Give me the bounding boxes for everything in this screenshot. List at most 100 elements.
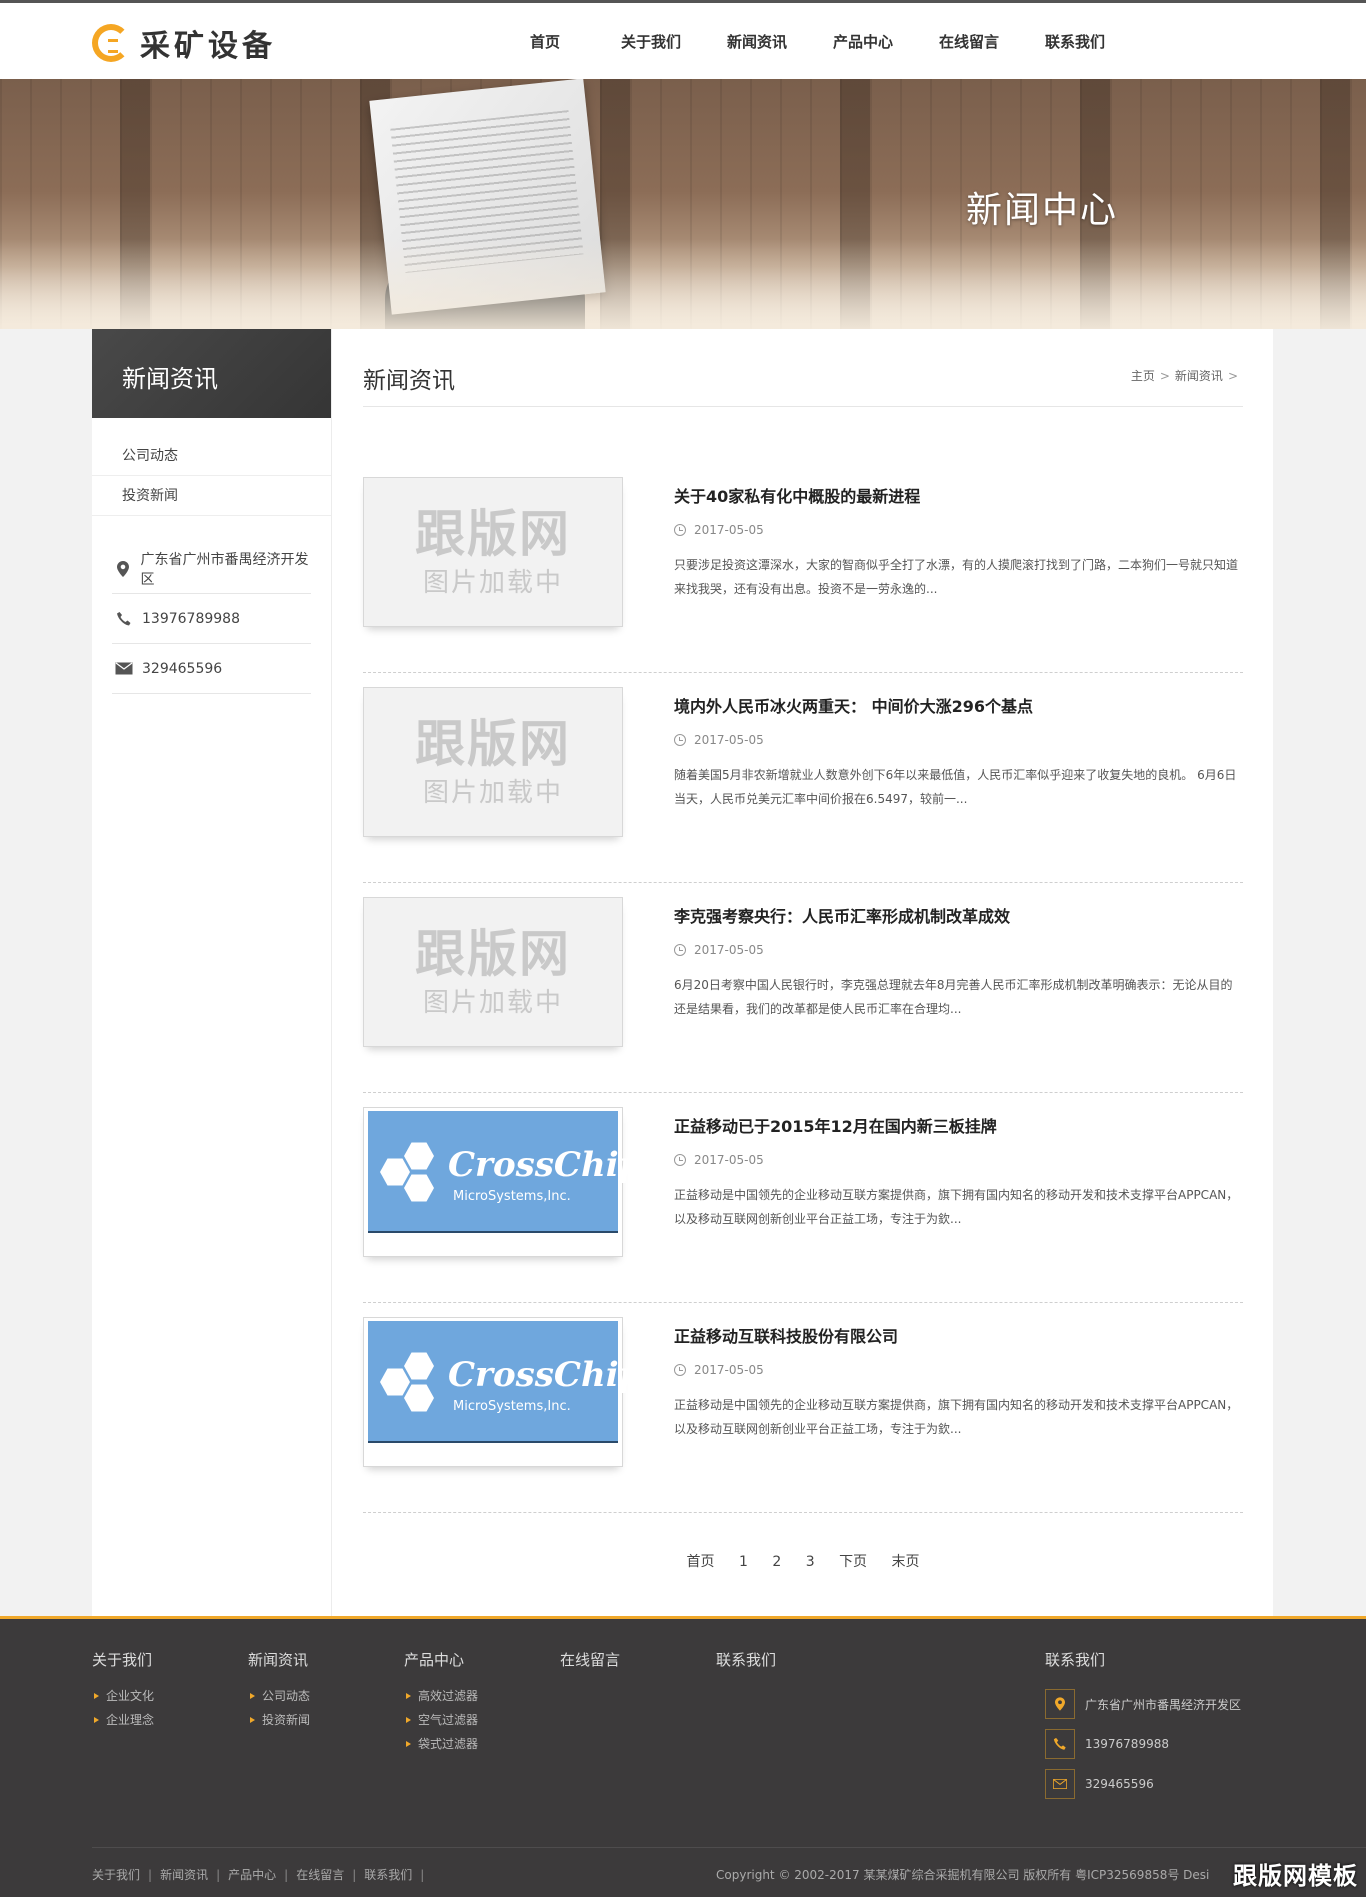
nav-home[interactable]: 首页 (492, 31, 598, 52)
footer-contact-title: 联系我们 (1045, 1651, 1106, 1669)
news-summary: 6月20日考察中国人民银行时，李克强总理就去年8月完善人民币汇率形成机制改革明确… (674, 978, 1233, 1016)
sidebar-phone-text: 13976789988 (142, 610, 240, 627)
footer-link[interactable]: 高效过滤器 (404, 1684, 478, 1708)
nav-message[interactable]: 在线留言 (916, 31, 1022, 52)
news-title-link[interactable]: 李克强考察央行：人民币汇率形成机制改革成效 (674, 907, 1010, 926)
envelope-icon (1045, 1769, 1075, 1799)
footer-bottom-link[interactable]: 产品中心 (228, 1868, 276, 1882)
sidebar-title: 新闻资讯 (92, 329, 331, 418)
footer-link[interactable]: 公司动态 (248, 1684, 310, 1708)
logo-brand-subtext: MicroSystems,Inc. (453, 1399, 571, 1414)
sidebar-address-text: 广东省广州市番禺经济开发区 (140, 551, 309, 588)
news-date: 2017-05-05 (674, 1363, 1244, 1377)
hexagon-icon (404, 1142, 434, 1170)
thumbnail-placeholder-title: 跟版网 (415, 924, 571, 983)
footer-phone: 13976789988 (1045, 1724, 1241, 1764)
footer-bottom: 关于我们 | 新闻资讯 | 产品中心 | 在线留言 | 联系我们 | Copyright © 20… (92, 1847, 1366, 1890)
news-info: 关于40家私有化中概股的最新进程 2017-05-05 只要涉足投资这潭深水，大… (674, 483, 1244, 601)
breadcrumb-separator: > (1159, 369, 1170, 383)
footer-bottom-link[interactable]: 联系我们 (364, 1868, 412, 1882)
footer-link[interactable]: 企业文化 (92, 1684, 154, 1708)
news-thumbnail[interactable]: 跟版网 图片加载中 (363, 477, 623, 627)
clock-icon (674, 944, 686, 956)
footer-link[interactable]: 袋式过滤器 (404, 1732, 478, 1756)
site-footer: 关于我们 企业文化 企业理念 新闻资讯 公司动态 投资新闻 产品中心 高效过滤器… (0, 1616, 1366, 1897)
footer-heading-contact[interactable]: 联系我们 (716, 1649, 776, 1670)
footer-separator: | (352, 1868, 357, 1882)
hexagon-icon (380, 1158, 410, 1186)
nav-contact[interactable]: 联系我们 (1022, 31, 1128, 52)
site-logo[interactable]: 采矿设备 (92, 21, 276, 65)
clock-icon (674, 734, 686, 746)
pager-next[interactable]: 下页 (839, 1551, 867, 1571)
breadcrumb-news[interactable]: 新闻资讯 (1175, 369, 1223, 383)
footer-address-text: 广东省广州市番禺经济开发区 (1085, 1697, 1242, 1712)
news-summary: 只要涉足投资这潭深水，大家的智商似乎全打了水漂，有的人摸爬滚打找到了门路，二本狗… (674, 558, 1239, 596)
pager-page-3[interactable]: 3 (806, 1554, 815, 1570)
footer-heading-news[interactable]: 新闻资讯 (248, 1649, 310, 1670)
news-title-link[interactable]: 正益移动互联科技股份有限公司 (674, 1327, 898, 1346)
news-title-link[interactable]: 关于40家私有化中概股的最新进程 (674, 487, 920, 506)
nav-about[interactable]: 关于我们 (598, 31, 704, 52)
news-date-text: 2017-05-05 (694, 1153, 764, 1167)
clock-icon (674, 1154, 686, 1166)
nav-news[interactable]: 新闻资讯 (704, 31, 810, 52)
news-thumbnail[interactable]: CrossChip MicroSystems,Inc. (363, 1317, 642, 1467)
footer-heading-products[interactable]: 产品中心 (404, 1649, 478, 1670)
hexagon-icon (380, 1368, 410, 1396)
news-thumbnail[interactable]: 跟版网 图片加载中 (363, 897, 623, 1047)
sidebar: 新闻资讯 公司动态 投资新闻 广东省广州市番禺经济开发区 13976789988 (92, 329, 332, 1616)
breadcrumb-home[interactable]: 主页 (1131, 369, 1155, 383)
logo-brand-text: CrossChip (448, 1145, 643, 1185)
pager-last[interactable]: 末页 (892, 1551, 920, 1571)
logo-text: 采矿设备 (140, 29, 276, 64)
footer-heading-about[interactable]: 关于我们 (92, 1649, 154, 1670)
clock-icon (674, 1364, 686, 1376)
banner-floor (0, 239, 1366, 329)
main-content: 新闻资讯 主页 > 新闻资讯 > 跟版网 图片加载中 关于40家私有化中概股的最新进程… (363, 329, 1243, 1571)
pager-page-1[interactable]: 1 (739, 1554, 748, 1570)
pagination: 首页 1 2 3 下页 末页 (363, 1551, 1243, 1571)
site-header: 采矿设备 首页 关于我们 新闻资讯 产品中心 在线留言 联系我们 (0, 3, 1366, 79)
sidebar-email-text: 329465596 (142, 660, 223, 677)
sidebar-phone: 13976789988 (112, 594, 311, 644)
footer-link[interactable]: 空气过滤器 (404, 1708, 478, 1732)
pager-page-2[interactable]: 2 (772, 1554, 781, 1570)
news-title-link[interactable]: 境内外人民币冰火两重天： 中间价大涨296个基点 (674, 697, 1033, 716)
footer-link[interactable]: 企业理念 (92, 1708, 154, 1732)
phone-icon (112, 610, 136, 628)
sidebar-item-company-news[interactable]: 公司动态 (92, 436, 331, 476)
sidebar-address: 广东省广州市番禺经济开发区 (112, 544, 311, 594)
envelope-icon (112, 660, 136, 678)
news-thumbnail[interactable]: CrossChip MicroSystems,Inc. (363, 1107, 642, 1257)
footer-heading-message[interactable]: 在线留言 (560, 1649, 620, 1670)
news-date-text: 2017-05-05 (694, 733, 764, 747)
banner: 新闻中心 (0, 79, 1366, 329)
pager-first[interactable]: 首页 (686, 1551, 714, 1571)
hexagon-icon (404, 1174, 434, 1202)
news-info: 李克强考察央行：人民币汇率形成机制改革成效 2017-05-05 6月20日考察… (674, 903, 1244, 1021)
news-summary: 正益移动是中国领先的企业移动互联方案提供商，旗下拥有国内知名的移动开发和技术支撑… (674, 1188, 1239, 1226)
nav-products[interactable]: 产品中心 (810, 31, 916, 52)
news-thumbnail[interactable]: 跟版网 图片加载中 (363, 687, 623, 837)
footer-link[interactable]: 投资新闻 (248, 1708, 310, 1732)
footer-separator: | (420, 1868, 425, 1882)
news-title-link[interactable]: 正益移动已于2015年12月在国内新三板挂牌 (674, 1117, 997, 1136)
news-info: 正益移动已于2015年12月在国内新三板挂牌 2017-05-05 正益移动是中… (674, 1113, 1244, 1231)
sidebar-contact: 广东省广州市番禺经济开发区 13976789988 329465596 (112, 544, 311, 694)
footer-col-products: 产品中心 高效过滤器 空气过滤器 袋式过滤器 (404, 1649, 478, 1756)
news-date-text: 2017-05-05 (694, 523, 764, 537)
crosschip-logo-image: CrossChip MicroSystems,Inc. (368, 1321, 642, 1443)
footer-separator: | (284, 1868, 289, 1882)
footer-bottom-link[interactable]: 在线留言 (296, 1868, 344, 1882)
clock-icon (674, 524, 686, 536)
phone-icon (1045, 1729, 1075, 1759)
news-date: 2017-05-05 (674, 1153, 1244, 1167)
banner-title: 新闻中心 (966, 190, 1119, 231)
sidebar-item-investment-news[interactable]: 投资新闻 (92, 476, 331, 516)
footer-bottom-link[interactable]: 新闻资讯 (160, 1868, 208, 1882)
footer-bottom-link[interactable]: 关于我们 (92, 1868, 140, 1882)
sidebar-menu: 公司动态 投资新闻 (92, 436, 331, 516)
thumbnail-placeholder-title: 跟版网 (415, 714, 571, 773)
logo-brand-text: CrossChip (448, 1355, 643, 1395)
